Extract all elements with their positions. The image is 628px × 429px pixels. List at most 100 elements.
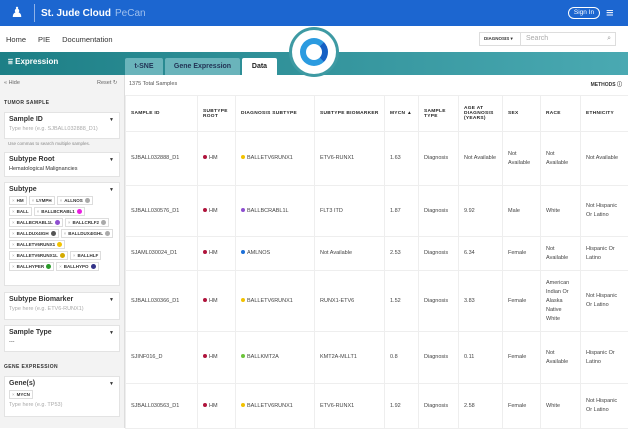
column-header[interactable]: DIAGNOSIS SUBTYPE bbox=[236, 96, 315, 132]
genes-input[interactable]: Type here (e.g. TP53) bbox=[9, 402, 115, 408]
subtype-chip[interactable]: ×BALLCRLF2 bbox=[65, 218, 109, 227]
table-cell: Not Available bbox=[581, 132, 628, 186]
table-cell: AMLNOS bbox=[236, 237, 315, 271]
remove-icon[interactable]: × bbox=[12, 253, 15, 258]
search-input[interactable]: Search⌕ bbox=[521, 32, 616, 46]
subtype-chip[interactable]: ×BALLDUX4IGH bbox=[9, 229, 59, 238]
remove-icon[interactable]: × bbox=[12, 209, 15, 214]
table-row[interactable]: SJBALL030576_D1HMBALLBCRABL1LFLT3 ITD1.8… bbox=[126, 186, 628, 237]
methods-button[interactable]: METHODS ⓘ bbox=[591, 81, 622, 88]
sample-type-filter[interactable]: Sample Type▼ --- bbox=[4, 325, 120, 352]
table-row[interactable]: SJBALL032888_D1HMBALLETV6RUNX1ETV6-RUNX1… bbox=[126, 132, 628, 186]
genes-filter[interactable]: Gene(s)▼ ×MYCN Type here (e.g. TP53) bbox=[4, 376, 120, 417]
color-dot bbox=[57, 242, 62, 247]
subtype-chip[interactable]: ×BALLBCRABL1 bbox=[34, 207, 85, 216]
subtype-chip[interactable]: ×BALLHYPER bbox=[9, 262, 54, 271]
column-header[interactable]: SUBTYPE ROOT bbox=[198, 96, 236, 132]
remove-icon[interactable]: × bbox=[12, 242, 15, 247]
table-cell: White bbox=[541, 186, 581, 237]
caret-down-icon[interactable]: ▼ bbox=[109, 330, 114, 336]
subtype-chip[interactable]: ×HM bbox=[9, 196, 27, 205]
nav-documentation[interactable]: Documentation bbox=[62, 35, 112, 44]
subtype-root-filter[interactable]: Subtype Root▼ Hematological Malignancies bbox=[4, 152, 120, 177]
caret-down-icon[interactable]: ▼ bbox=[109, 381, 114, 387]
reset-filters-button[interactable]: Reset ↻ bbox=[97, 80, 118, 86]
brand-name[interactable]: St. Jude Cloud bbox=[41, 8, 111, 19]
sign-in-button[interactable]: Sign In bbox=[568, 7, 600, 19]
nav-home[interactable]: Home bbox=[6, 35, 26, 44]
tab-data[interactable]: Data bbox=[242, 58, 277, 75]
remove-icon[interactable]: × bbox=[60, 198, 63, 203]
table-cell: Not Available bbox=[541, 132, 581, 186]
nav-pie[interactable]: PIE bbox=[38, 35, 50, 44]
remove-icon[interactable]: × bbox=[12, 231, 15, 236]
cell-text: HM bbox=[209, 354, 218, 360]
subtype-chip[interactable]: ×ALLNOS bbox=[57, 196, 93, 205]
remove-icon[interactable]: × bbox=[59, 264, 62, 269]
remove-icon[interactable]: × bbox=[12, 264, 15, 269]
remove-icon[interactable]: × bbox=[68, 220, 71, 225]
subtype-chip[interactable]: ×BALLHLF bbox=[70, 251, 101, 260]
table-cell: KMT2A-MLLT1 bbox=[315, 332, 385, 384]
caret-down-icon[interactable]: ▼ bbox=[109, 187, 114, 193]
table-row[interactable]: SJBALL030366_D1HMBALLETV6RUNX1RUNX1-ETV6… bbox=[126, 271, 628, 332]
table-cell: Male bbox=[503, 186, 541, 237]
cell-text: Female bbox=[508, 298, 526, 304]
column-header[interactable]: ETHNICITY bbox=[581, 96, 628, 132]
remove-icon[interactable]: × bbox=[73, 253, 76, 258]
search-scope-select[interactable]: DIAGNOSIS ▾ bbox=[479, 32, 521, 46]
subtype-biomarker-filter[interactable]: Subtype Biomarker▼ Type here (e.g. ETV6-… bbox=[4, 292, 120, 320]
subtype-chip[interactable]: ×BALL bbox=[9, 207, 32, 216]
remove-icon[interactable]: × bbox=[32, 198, 35, 203]
caret-down-icon[interactable]: ▼ bbox=[109, 157, 114, 163]
cell-text: Not Available bbox=[508, 151, 530, 166]
st-jude-logo-icon[interactable]: ♟ bbox=[6, 4, 28, 22]
table-cell: 1.92 bbox=[385, 384, 419, 429]
caret-down-icon[interactable]: ▼ bbox=[109, 297, 114, 303]
color-dot bbox=[85, 198, 90, 203]
remove-icon[interactable]: × bbox=[64, 231, 67, 236]
cell-text: SJBALL030576_D1 bbox=[131, 208, 179, 214]
subtype-filter[interactable]: Subtype▼ ×HM×LYMPH×ALLNOS×BALL×BALLBCRAB… bbox=[4, 182, 120, 286]
sample-id-input[interactable]: Type here (e.g. SJBALL032888_D1) bbox=[9, 126, 115, 132]
column-header[interactable]: MYCN ▲ bbox=[385, 96, 419, 132]
table-cell: SJINF016_D bbox=[126, 332, 198, 384]
table-cell: BALLETV6RUNX1 bbox=[236, 384, 315, 429]
table-row[interactable]: SJBALL030563_D1HMBALLETV6RUNX1ETV6-RUNX1… bbox=[126, 384, 628, 429]
table-cell: 6.34 bbox=[459, 237, 503, 271]
hide-sidebar-button[interactable]: « Hide bbox=[4, 80, 20, 86]
tab-tsne[interactable]: t-SNE bbox=[125, 58, 163, 75]
subtype-chip[interactable]: ×BALLETV6RUNX1 bbox=[9, 240, 65, 249]
column-header[interactable]: SAMPLE TYPE bbox=[419, 96, 459, 132]
sample-id-filter[interactable]: Sample ID▼ Type here (e.g. SJBALL032888_… bbox=[4, 112, 120, 139]
subtype-biomarker-input[interactable]: Type here (e.g. ETV6-RUNX1) bbox=[9, 306, 115, 312]
search-icon[interactable]: ⌕ bbox=[607, 33, 611, 45]
caret-down-icon[interactable]: ▼ bbox=[109, 117, 114, 123]
tab-gene-expression[interactable]: Gene Expression bbox=[165, 58, 240, 75]
column-header[interactable]: AGE AT DIAGNOSIS (YEARS) bbox=[459, 96, 503, 132]
gene-expression-heading: GENE EXPRESSION bbox=[4, 364, 58, 370]
table-row[interactable]: SJINF016_DHMBALLKMT2AKMT2A-MLLT10.8Diagn… bbox=[126, 332, 628, 384]
hamburger-menu-icon[interactable]: ≡ bbox=[606, 6, 614, 19]
remove-icon[interactable]: × bbox=[12, 198, 15, 203]
remove-icon[interactable]: × bbox=[37, 209, 40, 214]
subtype-chip[interactable]: ×BALLBCRABL1L bbox=[9, 218, 63, 227]
column-header[interactable]: RACE bbox=[541, 96, 581, 132]
column-header[interactable]: SEX bbox=[503, 96, 541, 132]
gene-chip-label: MYCN bbox=[17, 392, 30, 397]
subtype-root-color-dot bbox=[203, 298, 207, 302]
product-name[interactable]: PeCan bbox=[115, 8, 146, 19]
remove-icon[interactable]: × bbox=[12, 220, 15, 225]
subtype-chip[interactable]: ×BALLDUX4IGHL bbox=[61, 229, 113, 238]
column-header[interactable]: SUBTYPE BIOMARKER bbox=[315, 96, 385, 132]
remove-icon[interactable]: × bbox=[12, 392, 15, 397]
table-row[interactable]: SJAML030024_D1HMAMLNOSNot Available2.53D… bbox=[126, 237, 628, 271]
subtype-chip[interactable]: ×BALLETV6RUNX1L bbox=[9, 251, 68, 260]
column-header[interactable]: SAMPLE ID bbox=[126, 96, 198, 132]
table-cell: ETV6-RUNX1 bbox=[315, 384, 385, 429]
subtype-chip[interactable]: ×LYMPH bbox=[29, 196, 55, 205]
cell-text: Diagnosis bbox=[424, 208, 448, 214]
gene-chip[interactable]: ×MYCN bbox=[9, 390, 33, 399]
pecan-logo-icon[interactable] bbox=[292, 30, 336, 74]
subtype-chip[interactable]: ×BALLHYPO bbox=[56, 262, 98, 271]
